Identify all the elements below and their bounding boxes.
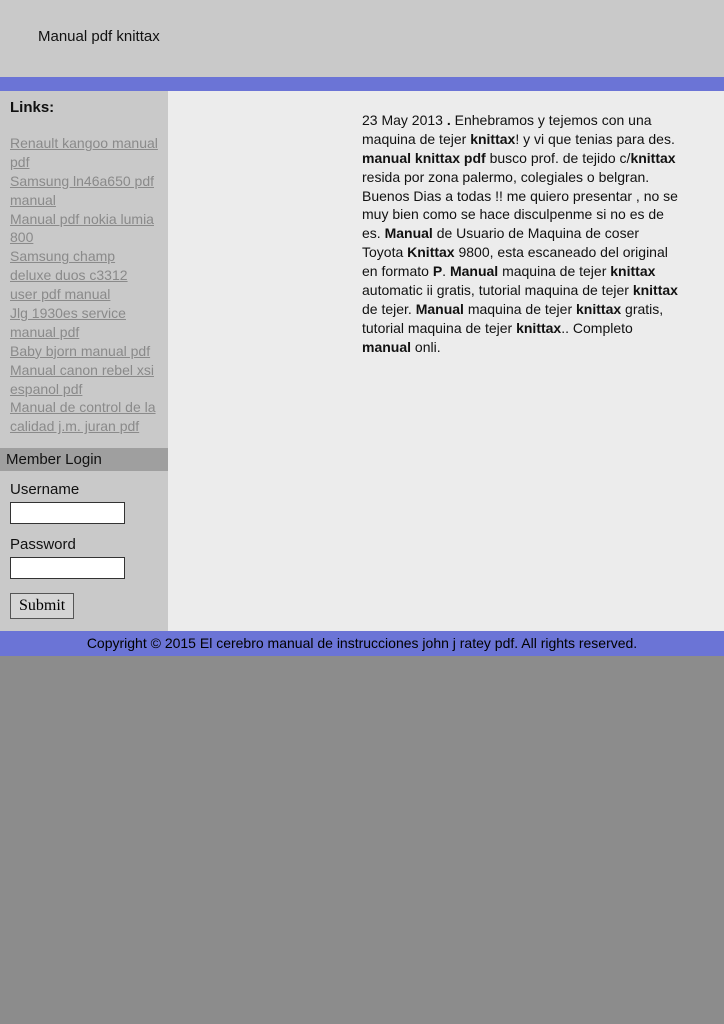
page-header: Manual pdf knittax — [0, 0, 724, 77]
t3: busco prof. de tejido c/ — [486, 150, 631, 166]
footer-copyright: Copyright © 2015 El cerebro manual de in… — [0, 631, 724, 656]
b3: knittax — [630, 150, 675, 166]
page: Manual pdf knittax Links: Renault kangoo… — [0, 0, 724, 656]
password-label: Password — [10, 536, 158, 553]
b13: manual — [362, 339, 411, 355]
b4: Manual — [385, 225, 433, 241]
link-nokia-lumia-800[interactable]: Manual pdf nokia lumia 800 — [10, 211, 154, 246]
link-juran-calidad[interactable]: Manual de control de la calidad j.m. jur… — [10, 399, 156, 434]
b5: Knittax — [407, 244, 454, 260]
sidebar: Links: Renault kangoo manual pdf Samsung… — [0, 91, 168, 631]
username-input[interactable] — [10, 502, 125, 524]
page-title: Manual pdf knittax — [38, 28, 160, 45]
username-label: Username — [10, 481, 158, 498]
article-body: 23 May 2013 . Enhebramos y tejemos con u… — [362, 111, 682, 357]
t11: maquina de tejer — [464, 301, 576, 317]
b11: knittax — [576, 301, 621, 317]
links-list: Renault kangoo manual pdf Samsung ln46a6… — [10, 134, 158, 436]
t7: . — [442, 263, 450, 279]
links-block: Links: Renault kangoo manual pdf Samsung… — [0, 91, 168, 448]
link-renault-kangoo[interactable]: Renault kangoo manual pdf — [10, 135, 158, 170]
b10: Manual — [416, 301, 464, 317]
password-input[interactable] — [10, 557, 125, 579]
b1: knittax — [470, 131, 515, 147]
link-samsung-champ-c3312[interactable]: Samsung champ deluxe duos c3312 user pdf… — [10, 248, 128, 302]
b8: knittax — [610, 263, 655, 279]
b7: Manual — [450, 263, 498, 279]
member-login-heading: Member Login — [0, 448, 168, 471]
link-canon-rebel-xsi[interactable]: Manual canon rebel xsi espanol pdf — [10, 362, 154, 397]
link-samsung-ln46a650[interactable]: Samsung ln46a650 pdf manual — [10, 173, 154, 208]
b6: P — [433, 263, 442, 279]
link-jlg-1930es[interactable]: Jlg 1930es service manual pdf — [10, 305, 126, 340]
t8: maquina de tejer — [498, 263, 610, 279]
t14: onli. — [411, 339, 441, 355]
links-heading: Links: — [10, 99, 158, 116]
main-content: 23 May 2013 . Enhebramos y tejemos con u… — [168, 91, 724, 631]
t13: .. Completo — [561, 320, 633, 336]
login-form: Username Password Submit — [0, 471, 168, 631]
content-wrap: Links: Renault kangoo manual pdf Samsung… — [0, 91, 724, 631]
b9: knittax — [633, 282, 678, 298]
b2: manual knittax pdf — [362, 150, 486, 166]
link-baby-bjorn[interactable]: Baby bjorn manual pdf — [10, 343, 150, 359]
b12: knittax — [516, 320, 561, 336]
t10: de tejer. — [362, 301, 416, 317]
t2: ! y vi que tenias para des. — [515, 131, 675, 147]
t9: automatic ii gratis, tutorial maquina de… — [362, 282, 633, 298]
submit-button[interactable]: Submit — [10, 593, 74, 619]
top-blue-bar — [0, 77, 724, 91]
article-date: 23 May 2013 — [362, 112, 447, 128]
